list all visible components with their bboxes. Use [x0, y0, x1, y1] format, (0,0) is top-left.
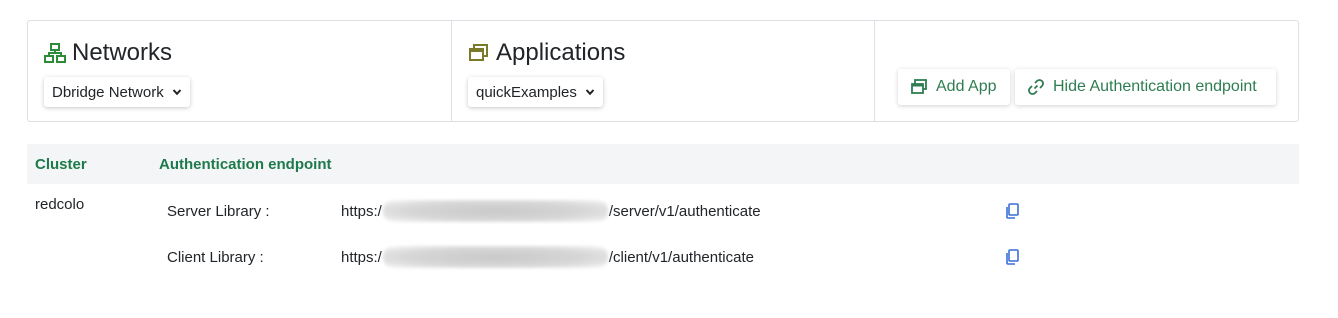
cluster-name: redcolo [35, 196, 85, 213]
applications-icon [468, 42, 490, 64]
add-app-button[interactable]: Add App [898, 69, 1010, 105]
url-suffix: /server/v1/authenticate [608, 202, 761, 220]
chevron-down-icon [585, 87, 595, 97]
column-header-auth-endpoint: Authentication endpoint [159, 155, 332, 173]
selector-panel: Networks Dbridge Network Applications qu… [27, 20, 1299, 122]
table-header: Cluster Authentication endpoint [27, 144, 1299, 184]
copy-icon[interactable] [1003, 248, 1021, 266]
column-header-cluster: Cluster [35, 155, 87, 173]
window-icon [910, 78, 928, 96]
redacted-host [382, 246, 608, 268]
network-select-value: Dbridge Network [52, 83, 164, 101]
application-select-value: quickExamples [476, 83, 577, 101]
server-library-url: https:/ /server/v1/authenticate [341, 200, 761, 222]
client-library-label: Client Library : [167, 248, 264, 266]
networks-heading: Networks [44, 39, 172, 67]
application-select[interactable]: quickExamples [468, 77, 603, 107]
actions-section: Add App Hide Authentication endpoint [875, 21, 1298, 121]
server-library-label: Server Library : [167, 202, 270, 220]
networks-section: Networks Dbridge Network [28, 21, 452, 121]
url-prefix: https:/ [341, 248, 382, 266]
add-app-label: Add App [936, 78, 997, 95]
applications-section: Applications quickExamples [452, 21, 875, 121]
redacted-host [382, 200, 608, 222]
network-select[interactable]: Dbridge Network [44, 77, 190, 107]
applications-title: Applications [496, 39, 626, 66]
hide-auth-endpoint-label: Hide Authentication endpoint [1053, 78, 1257, 95]
chevron-down-icon [172, 87, 182, 97]
url-suffix: /client/v1/authenticate [608, 248, 754, 266]
network-icon [44, 42, 66, 64]
client-library-url: https:/ /client/v1/authenticate [341, 246, 754, 268]
copy-icon[interactable] [1003, 202, 1021, 220]
networks-title: Networks [72, 39, 173, 66]
url-prefix: https:/ [341, 202, 382, 220]
applications-heading: Applications [468, 39, 625, 67]
hide-auth-endpoint-button[interactable]: Hide Authentication endpoint [1015, 69, 1276, 105]
link-icon [1027, 78, 1045, 96]
